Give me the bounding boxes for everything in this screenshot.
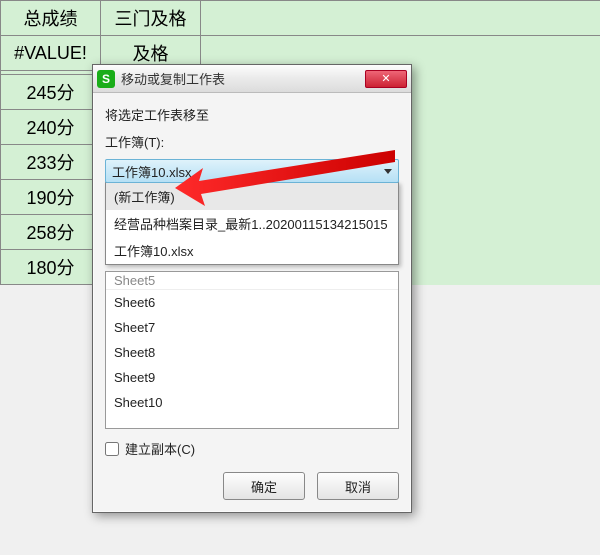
app-icon: S xyxy=(97,70,115,88)
label-workbook: 工作簿(T): xyxy=(105,132,399,151)
cell[interactable]: 190分 xyxy=(1,180,101,215)
chevron-down-icon xyxy=(384,169,392,174)
list-item[interactable]: Sheet5 xyxy=(106,272,398,290)
cell[interactable]: 258分 xyxy=(1,215,101,250)
label-move-to: 将选定工作表移至 xyxy=(105,105,399,124)
cancel-button[interactable]: 取消 xyxy=(317,472,399,500)
dropdown-item[interactable]: 工作簿10.xlsx xyxy=(106,237,398,264)
close-button[interactable]: ✕ xyxy=(365,70,407,88)
combobox-value: 工作簿10.xlsx xyxy=(112,162,191,181)
dialog-titlebar[interactable]: S 移动或复制工作表 ✕ xyxy=(93,65,411,93)
col-header-total[interactable]: 总成绩 xyxy=(1,1,101,36)
close-icon: ✕ xyxy=(381,72,390,85)
list-item[interactable]: Sheet6 xyxy=(106,290,398,315)
list-item[interactable]: Sheet10 xyxy=(106,390,398,415)
list-item[interactable]: Sheet8 xyxy=(106,340,398,365)
cell[interactable]: 233分 xyxy=(1,145,101,180)
workbook-combobox[interactable]: 工作簿10.xlsx xyxy=(105,159,399,183)
col-header-pass[interactable]: 三门及格 xyxy=(101,1,201,36)
dialog-title: 移动或复制工作表 xyxy=(121,69,365,88)
col-header-empty[interactable] xyxy=(201,1,600,36)
dropdown-item[interactable]: 经营品种档案目录_最新1..20200115134215015 xyxy=(106,210,398,237)
move-copy-sheet-dialog: S 移动或复制工作表 ✕ 将选定工作表移至 工作簿(T): 工作簿10.xlsx… xyxy=(92,64,412,513)
cell[interactable]: 245分 xyxy=(1,75,101,110)
dropdown-item-new-workbook[interactable]: (新工作簿) xyxy=(106,183,398,210)
create-copy-checkbox[interactable] xyxy=(105,442,119,456)
ok-button[interactable]: 确定 xyxy=(223,472,305,500)
sheet-listbox[interactable]: Sheet5 Sheet6 Sheet7 Sheet8 Sheet9 Sheet… xyxy=(105,271,399,429)
cell[interactable]: 180分 xyxy=(1,250,101,285)
list-item[interactable]: Sheet7 xyxy=(106,315,398,340)
cell[interactable]: #VALUE! xyxy=(1,36,101,71)
workbook-dropdown-panel: (新工作簿) 经营品种档案目录_最新1..20200115134215015 工… xyxy=(105,182,399,265)
cell[interactable]: 240分 xyxy=(1,110,101,145)
create-copy-label: 建立副本(C) xyxy=(125,439,195,458)
list-item[interactable]: Sheet9 xyxy=(106,365,398,390)
